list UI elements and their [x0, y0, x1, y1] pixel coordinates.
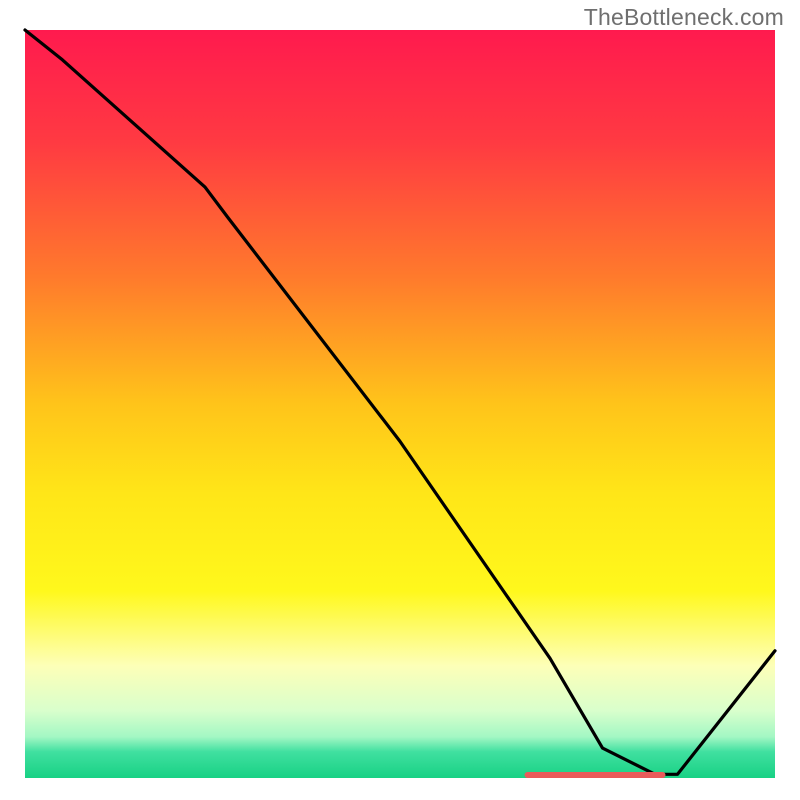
chart-plot: [0, 0, 800, 800]
chart-canvas: TheBottleneck.com: [0, 0, 800, 800]
plot-background: [25, 30, 775, 778]
